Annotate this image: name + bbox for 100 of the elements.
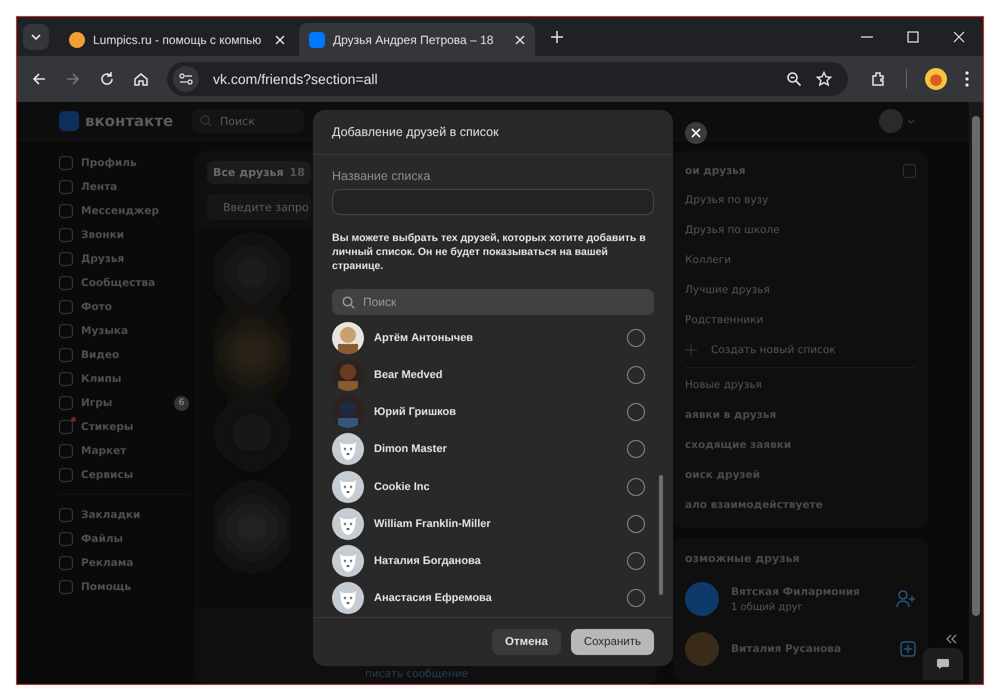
friend-name: Наталия Богданова [374, 555, 482, 568]
select-checkbox[interactable] [627, 403, 645, 422]
site-favicon-icon [69, 32, 85, 48]
sidebar-item[interactable]: Маркет [59, 439, 189, 463]
select-checkbox[interactable] [627, 328, 645, 347]
select-checkbox[interactable] [627, 552, 645, 570]
close-icon[interactable] [515, 34, 525, 44]
section-title: озможные друзья [685, 552, 801, 565]
sidebar-item[interactable]: Мессенджер [59, 199, 189, 223]
friends-section-link[interactable]: ало взаимодействуете [685, 490, 928, 520]
friend-name: Cookie Inc [374, 480, 431, 493]
maximize-icon[interactable] [907, 30, 919, 42]
select-checkbox[interactable] [627, 440, 645, 458]
friend-row[interactable]: Анастасия Ефремова [332, 580, 657, 617]
select-checkbox[interactable] [627, 366, 645, 384]
chat-button[interactable] [923, 648, 963, 680]
menu-item-icon [59, 228, 73, 242]
profile-avatar-icon[interactable] [925, 68, 947, 90]
plus-square-icon[interactable] [900, 641, 916, 657]
friend-row[interactable]: Юрий Гришков [332, 394, 657, 431]
menu-item-icon [59, 396, 73, 410]
search-icon [200, 115, 212, 127]
create-list-button[interactable]: Создать новый список [685, 335, 928, 365]
sidebar-item[interactable]: Фото [59, 295, 189, 319]
friend-name: Артём Антонычев [374, 332, 474, 344]
friends-section-link[interactable]: сходящие заявки [685, 430, 928, 460]
back-arrow-icon[interactable] [31, 71, 47, 87]
dog-avatar-icon [332, 582, 364, 614]
zoom-icon[interactable] [786, 71, 802, 87]
sidebar-item[interactable]: Лента [59, 175, 189, 199]
sidebar-item[interactable]: Файлы [59, 527, 189, 551]
menu-item-icon [59, 300, 73, 314]
friend-name: Bear Medved [374, 368, 444, 381]
sidebar-item[interactable]: Звонки [59, 223, 189, 247]
menu-item-icon [59, 468, 73, 482]
friends-section-link[interactable]: аявки в друзья [685, 400, 928, 430]
person-name[interactable]: Виталия Русанова [731, 643, 888, 655]
new-tab-icon[interactable] [551, 30, 563, 42]
friend-list-item[interactable]: Родственники [685, 305, 928, 335]
sidebar-item[interactable]: Сервисы [59, 463, 189, 487]
menu-item-icon [59, 204, 73, 218]
forward-arrow-icon[interactable] [65, 71, 81, 87]
collapse-icon[interactable] [945, 634, 957, 644]
menu-item-icon [59, 180, 73, 194]
list-name-field[interactable] [332, 189, 654, 215]
sidebar-item[interactable]: Реклама [59, 551, 189, 575]
sidebar-item[interactable]: Клипы [59, 367, 189, 391]
cancel-button[interactable]: Отмена [492, 629, 561, 655]
select-checkbox[interactable] [627, 478, 645, 496]
search-field[interactable]: Поиск [332, 289, 654, 315]
friends-section-link[interactable]: оиск друзей [685, 460, 928, 490]
friend-row[interactable]: William Franklin-Miller [332, 505, 657, 542]
dog-avatar-icon [332, 433, 364, 466]
site-settings-icon[interactable] [173, 66, 199, 92]
search-field[interactable]: Введите запро [207, 194, 311, 220]
browser-tab[interactable]: Lumpics.ru - помощь с компью [59, 23, 295, 56]
person-name[interactable]: Вятская Филармония [731, 586, 884, 598]
reload-icon[interactable] [99, 71, 115, 87]
scrollbar[interactable] [969, 102, 983, 684]
friend-row[interactable]: Bear Medved [332, 356, 657, 394]
sidebar-item[interactable]: Сообщества [59, 271, 189, 295]
friend-row[interactable]: Dimon Master [332, 430, 657, 468]
sidebar-item[interactable]: Видео [59, 343, 189, 367]
sidebar-item[interactable]: Стикеры [59, 415, 189, 439]
sidebar-item[interactable]: Игры 6 [59, 391, 189, 415]
browser-tab[interactable]: Друзья Андрея Петрова – 18 [299, 23, 535, 56]
friend-row[interactable]: Cookie Inc [332, 468, 657, 506]
field-label: Название списка [332, 169, 432, 183]
friends-tab[interactable]: Все друзья 18 [207, 161, 311, 184]
star-icon[interactable] [816, 71, 832, 87]
count-badge: 6 [174, 396, 189, 410]
friend-list-item[interactable]: Коллеги [685, 245, 928, 275]
sidebar-item[interactable]: Друзья [59, 247, 189, 271]
tab-search-button[interactable] [23, 24, 49, 50]
friend-list-item[interactable]: Друзья по школе [685, 215, 928, 245]
menu-item-icon [59, 372, 73, 386]
friend-name: Юрий Гришков [374, 406, 457, 418]
save-button[interactable]: Сохранить [570, 629, 654, 655]
friend-name: Dimon Master [374, 443, 448, 456]
friend-list-item[interactable]: Лучшие друзья [685, 275, 928, 305]
logo-text: вконтакте [85, 112, 174, 130]
friend-row[interactable]: Артём Антонычев [332, 319, 657, 356]
section-title[interactable]: ои друзья [685, 165, 746, 177]
friends-section-link[interactable]: Новые друзья [685, 370, 928, 400]
sidebar-item[interactable]: Закладки [59, 503, 189, 527]
more-menu-icon[interactable] [965, 71, 969, 87]
friend-row[interactable]: Наталия Богданова [332, 542, 657, 580]
close-icon[interactable] [275, 34, 285, 44]
sidebar-item[interactable]: Профиль [59, 151, 189, 175]
select-checkbox[interactable] [627, 514, 645, 533]
search-field[interactable]: Поиск [192, 109, 304, 133]
select-checkbox[interactable] [627, 589, 645, 608]
close-icon[interactable] [953, 30, 965, 42]
address-bar[interactable]: vk.com/friends?section=all [167, 62, 848, 96]
friend-list-item[interactable]: Друзья по вузу [685, 185, 928, 215]
add-friend-icon[interactable] [896, 590, 916, 608]
sidebar-item[interactable]: Музыка [59, 319, 189, 343]
sidebar-item[interactable]: Помощь [59, 575, 189, 599]
message-link[interactable]: писать сообщение [365, 668, 468, 680]
home-icon[interactable] [133, 71, 149, 87]
